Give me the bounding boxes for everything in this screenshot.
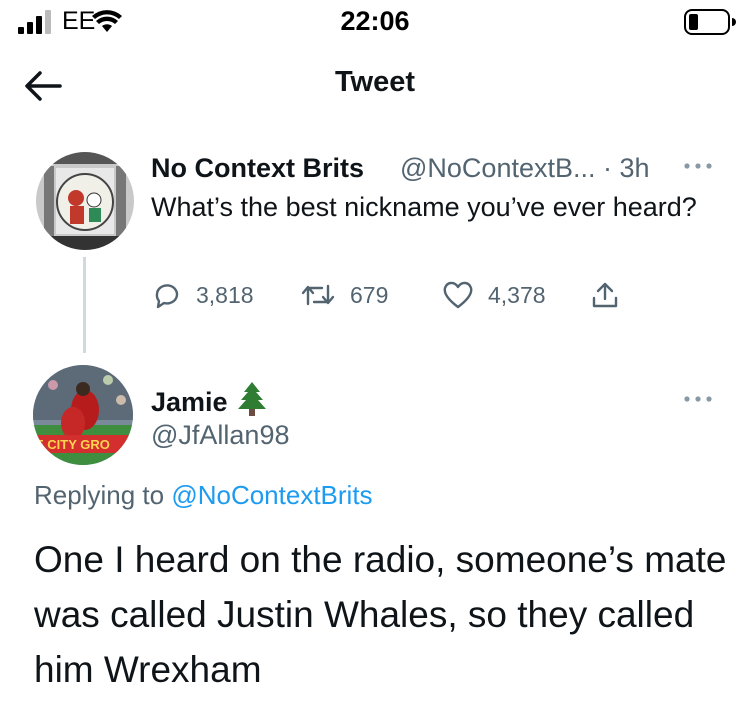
share-icon xyxy=(592,282,618,308)
reply-bubble-icon xyxy=(155,284,179,309)
battery-icon xyxy=(684,9,736,35)
like-button[interactable]: 4,378 xyxy=(442,280,546,310)
page-title: Tweet xyxy=(334,66,416,98)
author-handle-time: @NoContextB... · 3h xyxy=(400,153,650,183)
reply-author-handle: @JfAllan98 xyxy=(151,420,290,450)
author-display-name[interactable]: No Context Brits xyxy=(151,153,364,184)
replying-to-line: Replying to @NoContextBrits xyxy=(34,480,373,511)
reply-count: 3,818 xyxy=(196,281,254,308)
retweet-count: 679 xyxy=(350,281,389,308)
reply-button[interactable]: 3,818 xyxy=(152,280,254,310)
reply-author-name: Jamie xyxy=(151,387,228,417)
more-dots-icon xyxy=(684,396,712,402)
avatar-banner-text: E CITY GRO xyxy=(35,437,110,452)
replying-to-label: Replying to xyxy=(34,480,165,510)
status-time: 22:06 xyxy=(340,6,410,36)
like-count: 4,378 xyxy=(488,281,546,308)
retweet-button[interactable]: 679 xyxy=(300,280,388,310)
replying-to-handle-link[interactable]: @NoContextBrits xyxy=(171,480,372,510)
tweet-text: What’s the best nickname you’ve ever hea… xyxy=(151,192,697,222)
reply-tweet-text: One I heard on the radio, someone’s mate… xyxy=(34,539,727,690)
tree-icon xyxy=(238,382,267,416)
avatar[interactable] xyxy=(36,152,134,250)
heart-icon xyxy=(443,281,473,309)
reply-author-display-name[interactable]: Jamie xyxy=(151,381,269,418)
more-dots-icon xyxy=(684,163,712,169)
more-options-button[interactable] xyxy=(682,159,714,171)
avatar[interactable]: E CITY GRO xyxy=(33,365,133,465)
retweet-icon xyxy=(301,284,335,306)
thread-connector-line xyxy=(83,257,86,353)
more-options-button[interactable] xyxy=(682,392,714,404)
share-button[interactable] xyxy=(590,280,634,310)
